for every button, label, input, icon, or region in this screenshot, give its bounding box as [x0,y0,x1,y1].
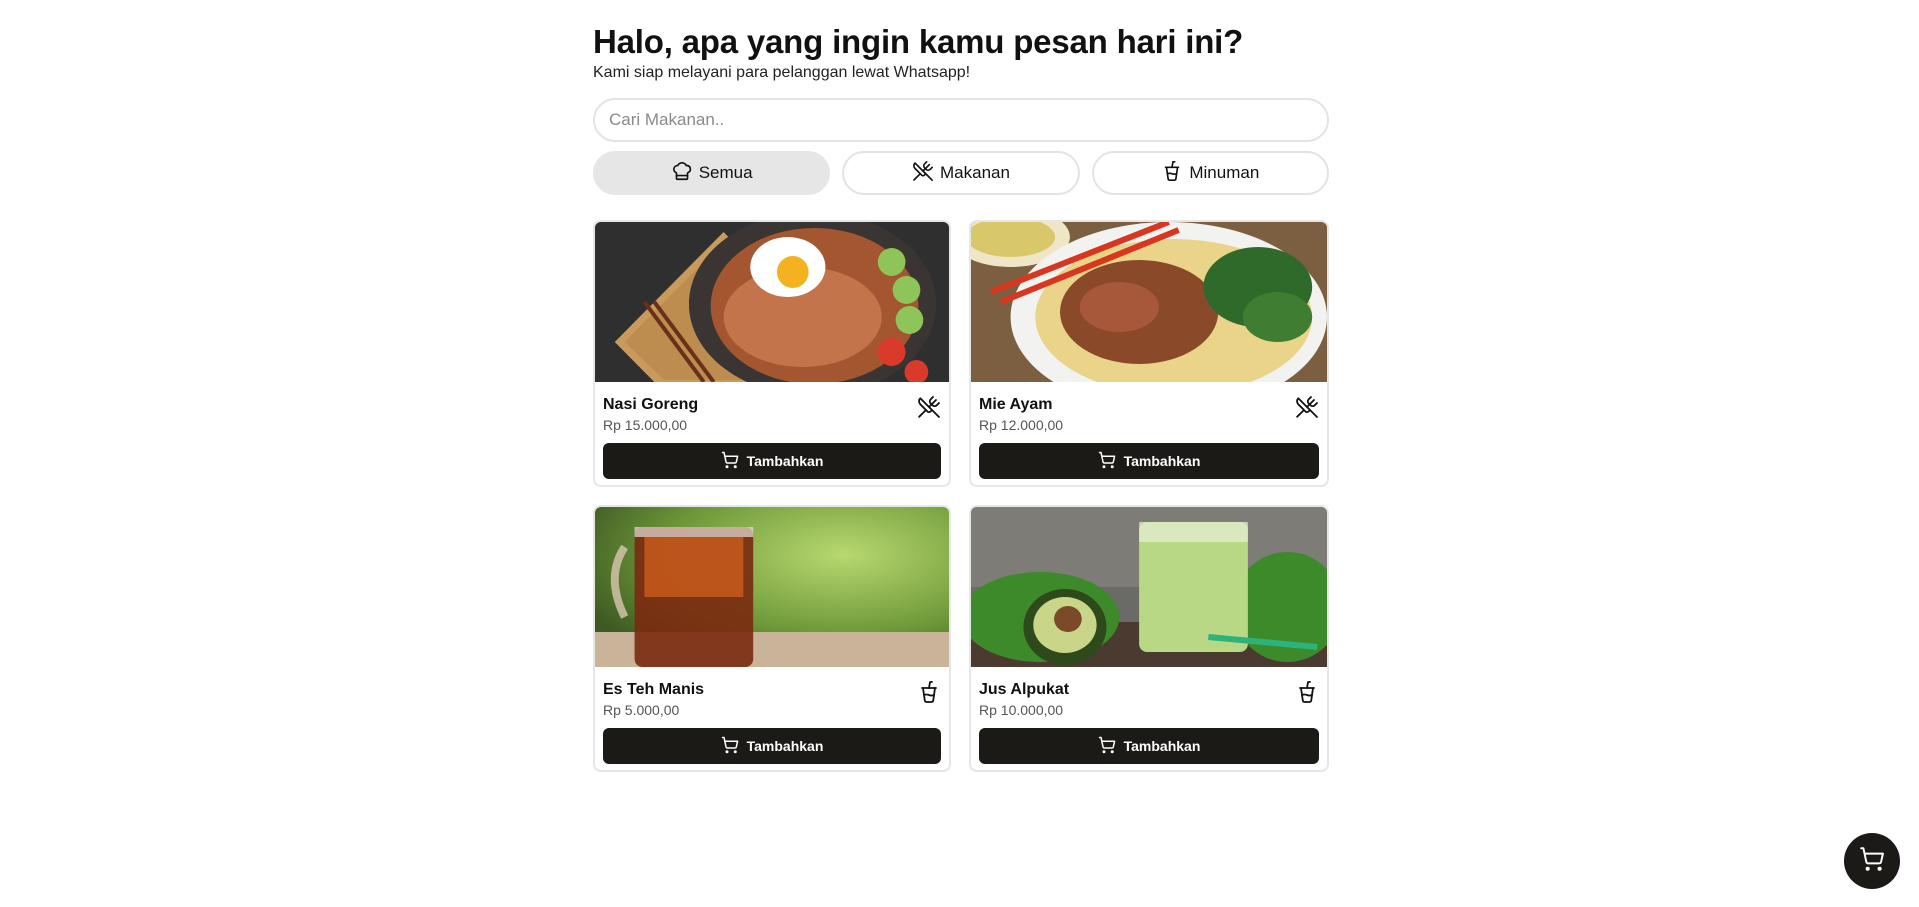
cart-icon [1098,451,1116,472]
chef-hat-icon [671,160,693,187]
card-body: Es Teh Manis Rp 5.000,00 Tambahkan [595,672,949,764]
product-price: Rp 10.000,00 [979,702,1064,718]
product-name: Mie Ayam [979,396,1053,413]
utensils-crossed-icon [912,160,934,187]
nasi-goreng-image [595,222,949,396]
product-price: Rp 12.000,00 [979,417,1064,433]
es-teh-manis-image [595,507,949,667]
cart-icon [1098,736,1116,757]
cart-icon [721,451,739,472]
product-name: Es Teh Manis [603,681,705,698]
filter-semua[interactable]: Semua [593,151,831,195]
add-to-cart-button[interactable]: Tambahkan [603,443,941,479]
utensils-crossed-icon [917,395,941,419]
filter-label: Semua [698,163,753,182]
page-title: Halo, apa yang ingin kamu pesan hari ini… [593,23,1244,60]
cup-icon [1295,680,1319,704]
add-to-cart-button[interactable]: Tambahkan [979,728,1319,764]
search-input[interactable] [593,98,1329,142]
button-label: Tambahkan [1123,738,1201,754]
filter-makanan[interactable]: Makanan [842,151,1080,195]
product-card: Es Teh Manis Rp 5.000,00 Tambahkan [593,505,951,772]
mie-ayam-image [971,222,1327,412]
utensils-crossed-icon [1295,395,1319,419]
filter-label: Makanan [940,163,1010,182]
card-body: Jus Alpukat Rp 10.000,00 Tambahkan [971,672,1327,764]
button-label: Tambahkan [746,738,824,754]
product-name: Jus Alpukat [979,681,1070,698]
button-label: Tambahkan [746,453,824,469]
product-grid: Nasi Goreng Rp 15.000,00 Tambahkan Mie A… [593,220,1329,772]
add-to-cart-button[interactable]: Tambahkan [603,728,941,764]
filter-minuman[interactable]: Minuman [1091,151,1329,195]
cup-icon [1161,160,1183,187]
cart-icon [721,736,739,757]
filter-label: Minuman [1189,163,1260,182]
product-card: Mie Ayam Rp 12.000,00 Tambahkan [969,220,1329,487]
card-body: Nasi Goreng Rp 15.000,00 Tambahkan [595,387,949,479]
product-card: Nasi Goreng Rp 15.000,00 Tambahkan [593,220,951,487]
main-container: Halo, apa yang ingin kamu pesan hari ini… [593,0,1329,772]
category-filters: Semua Makanan Minuman [593,151,1329,195]
page-subtitle: Kami siap melayani para pelanggan lewat … [593,64,971,81]
product-price: Rp 15.000,00 [603,417,688,433]
cart-icon [1859,846,1885,877]
jus-alpukat-image [971,507,1327,667]
cart-fab-button[interactable] [1844,833,1900,889]
button-label: Tambahkan [1123,453,1201,469]
product-card: Jus Alpukat Rp 10.000,00 Tambahkan [969,505,1329,772]
add-to-cart-button[interactable]: Tambahkan [979,443,1319,479]
cup-icon [917,680,941,704]
card-body: Mie Ayam Rp 12.000,00 Tambahkan [971,387,1327,479]
product-name: Nasi Goreng [603,396,699,413]
product-price: Rp 5.000,00 [603,702,680,718]
